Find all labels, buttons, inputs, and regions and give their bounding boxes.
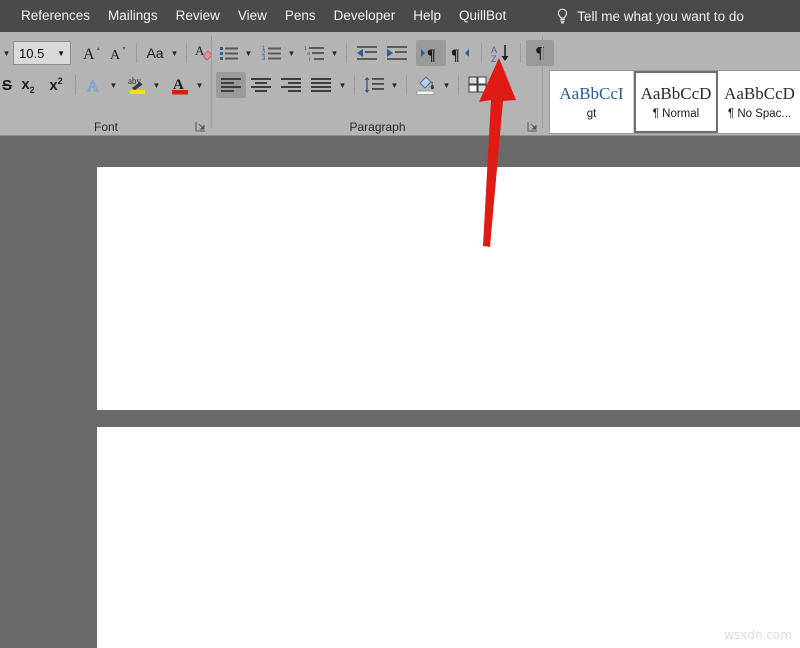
svg-text:A: A <box>83 46 95 63</box>
font-group-label: Font <box>93 120 118 134</box>
subscript-button[interactable]: x2 <box>14 72 42 98</box>
line-spacing-button[interactable] <box>360 72 388 98</box>
multilevel-list-icon: 1 a i <box>304 46 324 63</box>
tab-review[interactable]: Review <box>167 0 229 32</box>
align-center-icon <box>251 78 271 92</box>
ltr-text-direction-button[interactable]: ¶ <box>416 40 446 66</box>
svg-text:¶: ¶ <box>451 47 460 63</box>
change-case-button[interactable]: Aa <box>142 40 168 66</box>
font-size-combo[interactable]: 10.5 ▼ <box>13 41 71 65</box>
ribbon-group-font: ▼ 10.5 ▼ A A Aa ▼ A S x2 x2 A ▼ aby ▼ A … <box>0 32 213 136</box>
align-center-button[interactable] <box>246 72 276 98</box>
style-preview-text: AaBbCcD <box>724 84 795 103</box>
strikethrough-label: S <box>1 76 12 94</box>
font-color-button[interactable]: A <box>167 72 193 98</box>
tell-me-search[interactable]: Tell me what you want to do <box>555 8 744 25</box>
shading-button[interactable] <box>412 72 440 98</box>
superscript-icon: x2 <box>49 76 63 94</box>
align-right-icon <box>281 78 301 92</box>
multilevel-list-chevron-down-icon[interactable]: ▼ <box>328 40 341 66</box>
line-spacing-icon <box>364 77 384 93</box>
increase-indent-button[interactable] <box>382 40 412 66</box>
svg-text:3: 3 <box>262 56 266 62</box>
font-size-value: 10.5 <box>19 45 45 61</box>
numbering-icon: 1 2 3 <box>262 46 281 62</box>
font-color-icon: A <box>171 77 188 94</box>
style-name-label: ¶ No Spac... <box>727 108 792 120</box>
line-spacing-chevron-down-icon[interactable]: ▼ <box>388 72 401 98</box>
ribbon: ▼ 10.5 ▼ A A Aa ▼ A S x2 x2 A ▼ aby ▼ A … <box>0 32 800 136</box>
lightbulb-icon <box>558 8 568 23</box>
increase-indent-icon <box>387 46 407 60</box>
change-case-label: Aa <box>146 45 164 61</box>
decrease-indent-button[interactable] <box>352 40 382 66</box>
align-left-icon <box>221 78 241 92</box>
numbering-button[interactable]: 1 2 3 <box>259 40 285 66</box>
tab-help[interactable]: Help <box>404 0 450 32</box>
align-left-button[interactable] <box>216 72 246 98</box>
svg-text:A: A <box>110 48 121 63</box>
style-preview-text: AaBbCcD <box>640 84 712 103</box>
text-highlight-color-button[interactable]: aby <box>124 72 150 98</box>
text-highlight-chevron-down-icon[interactable]: ▼ <box>150 72 163 98</box>
style-preview-text: AaBbCcI <box>559 84 624 103</box>
tab-pens[interactable]: Pens <box>276 0 325 32</box>
change-case-chevron-down-icon[interactable]: ▼ <box>168 40 181 66</box>
bullets-chevron-down-icon[interactable]: ▼ <box>242 40 255 66</box>
shading-chevron-down-icon[interactable]: ▼ <box>440 72 453 98</box>
document-canvas[interactable] <box>0 136 800 648</box>
style-name-label: ¶ Normal <box>652 108 700 120</box>
document-page-1[interactable] <box>97 167 800 410</box>
document-page-2[interactable] <box>97 427 800 648</box>
svg-text:A: A <box>87 78 99 95</box>
word-window: References Mailings Review View Pens Dev… <box>0 0 800 648</box>
strikethrough-button[interactable]: S <box>0 72 14 98</box>
annotation-arrow <box>479 58 516 247</box>
style-tile-no-spacing[interactable]: AaBbCcD ¶ No Spac... <box>718 71 800 133</box>
justify-chevron-down-icon[interactable]: ▼ <box>336 72 349 98</box>
chevron-down-icon: ▼ <box>57 48 65 58</box>
ribbon-tab-bar: References Mailings Review View Pens Dev… <box>0 0 800 32</box>
text-effects-chevron-down-icon[interactable]: ▼ <box>107 72 120 98</box>
tab-references[interactable]: References <box>12 0 99 32</box>
text-effects-button[interactable]: A <box>81 72 107 98</box>
grow-font-icon: A <box>83 46 100 63</box>
multilevel-list-button[interactable]: 1 a i <box>302 40 328 66</box>
tab-quillbot[interactable]: QuillBot <box>450 0 515 32</box>
text-highlight-icon: aby <box>128 76 145 94</box>
styles-gallery: AaBbCcI gt AaBbCcD ¶ Normal AaBbCcD ¶ No… <box>549 70 800 134</box>
svg-text:¶: ¶ <box>427 47 436 63</box>
decrease-indent-icon <box>357 46 377 60</box>
shrink-font-icon: A <box>110 47 126 63</box>
shading-paint-bucket-icon <box>416 76 435 95</box>
grow-font-button[interactable]: A <box>79 40 105 66</box>
font-dialog-launcher[interactable] <box>195 121 207 133</box>
style-tile-gt[interactable]: AaBbCcI gt <box>550 71 634 133</box>
tab-view[interactable]: View <box>229 0 276 32</box>
style-name-label: gt <box>586 108 597 120</box>
tab-mailings[interactable]: Mailings <box>99 0 167 32</box>
svg-text:i: i <box>309 57 310 63</box>
text-effects-icon: A <box>87 78 100 96</box>
justify-icon <box>311 78 331 92</box>
superscript-button[interactable]: x2 <box>42 72 70 98</box>
font-color-chevron-down-icon[interactable]: ▼ <box>193 72 206 98</box>
style-tile-normal[interactable]: AaBbCcD ¶ Normal <box>634 71 718 133</box>
ltr-text-direction-icon: ¶ <box>421 47 436 63</box>
tell-me-label: Tell me what you want to do <box>577 8 744 24</box>
tab-developer[interactable]: Developer <box>325 0 405 32</box>
shrink-font-button[interactable]: A <box>105 40 131 66</box>
font-name-dropdown-chevron[interactable]: ▼ <box>0 40 13 66</box>
bullets-icon <box>220 47 238 60</box>
numbering-chevron-down-icon[interactable]: ▼ <box>285 40 298 66</box>
align-right-button[interactable] <box>276 72 306 98</box>
justify-button[interactable] <box>306 72 336 98</box>
bullets-button[interactable] <box>216 40 242 66</box>
watermark: wsxdn.com <box>724 628 792 642</box>
subscript-icon: x2 <box>21 75 35 95</box>
